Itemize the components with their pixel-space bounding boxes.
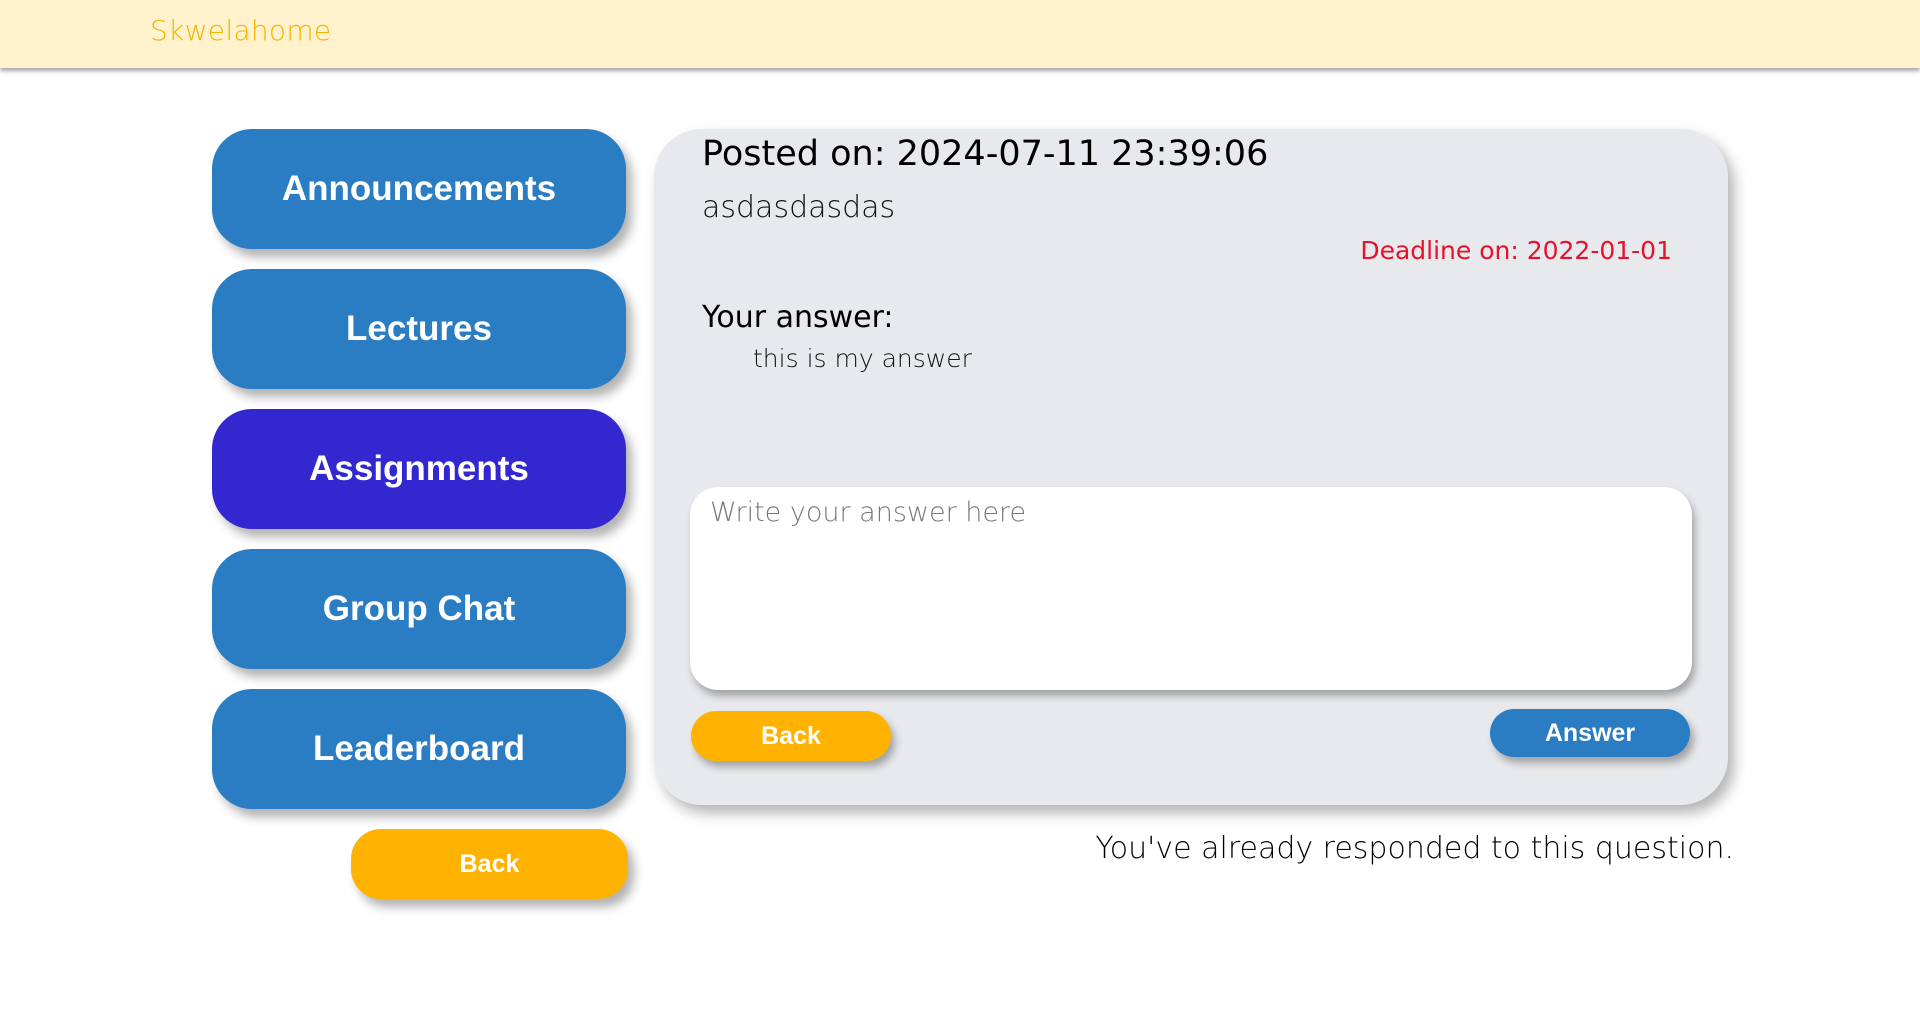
already-responded-message: You've already responded to this questio… bbox=[1095, 831, 1734, 866]
sidebar-item-leaderboard[interactable]: Leaderboard bbox=[212, 689, 626, 809]
sidebar-item-group-chat[interactable]: Group Chat bbox=[212, 549, 626, 669]
your-answer-heading: Your answer: bbox=[702, 300, 894, 335]
brand-logo-text[interactable]: Skwelahome bbox=[150, 14, 331, 47]
back-button[interactable]: Back bbox=[691, 711, 891, 761]
top-bar: Skwelahome bbox=[0, 0, 1920, 68]
answer-button[interactable]: Answer bbox=[1490, 709, 1690, 757]
sidebar-item-assignments[interactable]: Assignments bbox=[212, 409, 626, 529]
posted-on-date: Posted on: 2024-07-11 23:39:06 bbox=[702, 134, 1269, 174]
assignment-question: asdasdasdas bbox=[702, 190, 896, 225]
deadline-label: Deadline on: 2022-01-01 bbox=[1360, 236, 1672, 265]
your-answer-text: this is my answer bbox=[753, 344, 972, 373]
answer-input[interactable] bbox=[690, 487, 1692, 690]
assignment-card: Posted on: 2024-07-11 23:39:06 asdasdasd… bbox=[654, 129, 1728, 805]
sidebar-item-lectures[interactable]: Lectures bbox=[212, 269, 626, 389]
sidebar-back-button[interactable]: Back bbox=[351, 829, 628, 899]
sidebar-item-announcements[interactable]: Announcements bbox=[212, 129, 626, 249]
